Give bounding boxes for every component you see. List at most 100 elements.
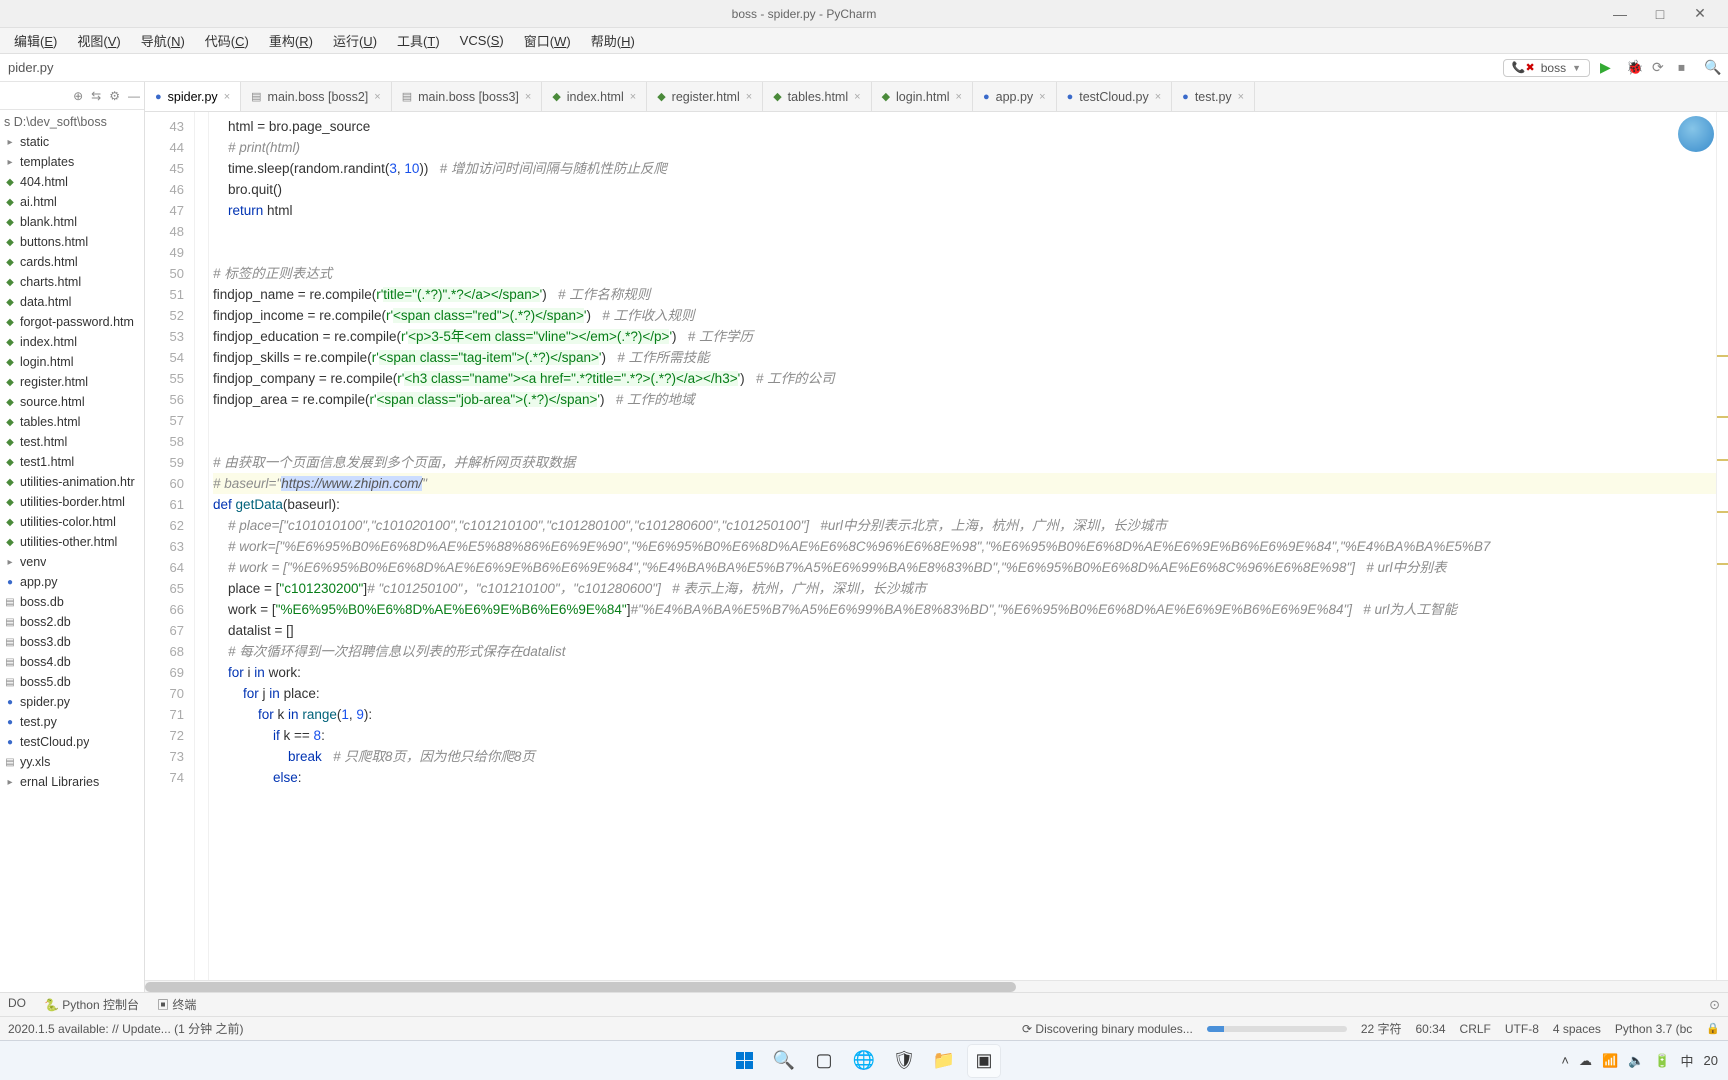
close-tab-icon[interactable]: × [630,91,636,103]
close-tab-icon[interactable]: × [1039,91,1045,103]
editor-tab[interactable]: ◆register.html× [647,82,763,111]
project-tree-item[interactable]: ●testCloud.py [0,732,144,752]
project-tree-item[interactable]: ◆utilities-animation.htr [0,472,144,492]
project-tree-item[interactable]: ◆test.html [0,432,144,452]
project-tree-item[interactable]: ▤yy.xls [0,752,144,772]
close-tab-icon[interactable]: × [374,91,380,103]
project-tree-item[interactable]: ▤boss2.db [0,612,144,632]
project-expand-icon[interactable]: ⇆ [91,89,101,103]
editor-tab[interactable]: ◆index.html× [542,82,647,111]
breadcrumb[interactable]: pider.py [8,60,54,75]
project-tree-item[interactable]: ◆utilities-other.html [0,532,144,552]
system-tray[interactable]: ˄ ☁ 📶 🔈 🔋 中 20 [1561,1051,1718,1070]
horizontal-scrollbar[interactable] [145,980,1728,992]
python-console-tool-tab[interactable]: 🐍 Python 控制台 [44,996,139,1013]
close-tab-icon[interactable]: × [746,91,752,103]
window-minimize-button[interactable]: — [1600,6,1640,22]
stop-button[interactable]: ⏹ [1678,59,1694,76]
editor-tab[interactable]: ◆tables.html× [763,82,871,111]
status-caret-position[interactable]: 60:34 [1416,1022,1446,1036]
browser-taskbar-icon[interactable]: 🛡 [888,1045,920,1077]
project-tree-item[interactable]: ◆data.html [0,292,144,312]
menu-item[interactable]: 工具(T) [389,29,448,52]
project-tree-item[interactable]: ◆utilities-color.html [0,512,144,532]
menu-item[interactable]: 帮助(H) [583,29,643,52]
start-button[interactable] [728,1045,760,1077]
close-tab-icon[interactable]: × [1238,91,1244,103]
search-everywhere-button[interactable]: 🔍 [1704,59,1720,76]
pycharm-taskbar-icon[interactable]: ▣ [968,1045,1000,1077]
project-tree-item[interactable]: ◆index.html [0,332,144,352]
project-tree-item[interactable]: ◆register.html [0,372,144,392]
project-tree-item[interactable]: ◆buttons.html [0,232,144,252]
project-tree-item[interactable]: ▤boss.db [0,592,144,612]
menu-item[interactable]: 视图(V) [69,29,128,52]
project-tree-item[interactable]: ▸ernal Libraries [0,772,144,792]
debug-button[interactable]: 🐞 [1626,59,1642,76]
run-configuration-selector[interactable]: 📞✖ boss ▼ [1503,59,1590,77]
tray-chevron-icon[interactable]: ˄ [1561,1053,1569,1068]
tray-onedrive-icon[interactable]: ☁ [1579,1053,1592,1069]
close-tab-icon[interactable]: × [525,91,531,103]
project-tool-window[interactable]: ⊕ ⇆ ⚙ — s D:\dev_soft\boss▸static▸templa… [0,82,145,992]
editor-tab[interactable]: ●testCloud.py× [1057,82,1173,111]
close-tab-icon[interactable]: × [956,91,962,103]
editor-tab[interactable]: ●app.py× [973,82,1057,111]
project-tree-item[interactable]: ▸static [0,132,144,152]
project-tree-item[interactable]: ●test.py [0,712,144,732]
project-tree-item[interactable]: ◆login.html [0,352,144,372]
project-tree-item[interactable]: ▤boss4.db [0,652,144,672]
window-close-button[interactable]: ✕ [1680,5,1720,22]
code-area[interactable]: html = bro.page_source # print(html) tim… [209,112,1716,980]
project-settings-icon[interactable]: ⚙ [109,89,120,103]
project-tree-item[interactable]: ◆blank.html [0,212,144,232]
project-tree-item[interactable]: ◆forgot-password.htm [0,312,144,332]
edge-taskbar-icon[interactable]: 🌐 [848,1045,880,1077]
todo-tool-tab[interactable]: DO [8,996,26,1013]
editor-tab[interactable]: ●spider.py× [145,82,241,111]
tray-volume-icon[interactable]: 🔈 [1628,1053,1644,1069]
menu-item[interactable]: 代码(C) [197,29,257,52]
project-hide-icon[interactable]: — [128,89,140,103]
close-tab-icon[interactable]: × [224,91,230,103]
project-tree-item[interactable]: ◆cards.html [0,252,144,272]
project-tree-item[interactable]: ●spider.py [0,692,144,712]
tray-battery-icon[interactable]: 🔋 [1654,1053,1670,1069]
error-stripe[interactable] [1716,112,1728,980]
readonly-lock-icon[interactable]: 🔒 [1706,1022,1720,1035]
project-tree-item[interactable]: ▤boss3.db [0,632,144,652]
project-tree[interactable]: s D:\dev_soft\boss▸static▸templates◆404.… [0,110,144,794]
window-maximize-button[interactable]: □ [1640,6,1680,22]
run-with-coverage-button[interactable]: ⟳ [1652,59,1668,76]
project-tree-item[interactable]: ◆test1.html [0,452,144,472]
tray-clock[interactable]: 20 [1704,1053,1718,1068]
project-tree-item[interactable]: ◆source.html [0,392,144,412]
project-locate-icon[interactable]: ⊕ [73,89,83,103]
scrollbar-thumb[interactable] [145,982,1016,992]
event-log-button[interactable]: ⊙ [1709,997,1720,1013]
menu-item[interactable]: 编辑(E) [6,29,65,52]
project-tree-item[interactable]: ▤boss5.db [0,672,144,692]
menu-item[interactable]: VCS(S) [452,31,512,50]
project-tree-item[interactable]: ◆charts.html [0,272,144,292]
project-root[interactable]: s D:\dev_soft\boss [0,112,144,132]
project-tree-item[interactable]: ◆utilities-border.html [0,492,144,512]
close-tab-icon[interactable]: × [854,91,860,103]
editor-tab[interactable]: ◆login.html× [872,82,973,111]
code-editor[interactable]: 4344454647484950515253545556575859606162… [145,112,1728,980]
search-button[interactable]: 🔍 [768,1045,800,1077]
progress-bar[interactable] [1207,1026,1347,1032]
menu-item[interactable]: 窗口(W) [516,29,579,52]
menu-item[interactable]: 重构(R) [261,29,321,52]
editor-tab[interactable]: ▤main.boss [boss2]× [241,82,392,111]
status-encoding[interactable]: UTF-8 [1505,1022,1539,1036]
project-tree-item[interactable]: ◆404.html [0,172,144,192]
status-background-task[interactable]: ⟳ Discovering binary modules... [1022,1022,1193,1036]
run-button[interactable]: ▶ [1600,59,1616,76]
editor-tab[interactable]: ▤main.boss [boss3]× [392,82,543,111]
status-interpreter[interactable]: Python 3.7 (bc [1615,1022,1692,1036]
project-tree-item[interactable]: ▸venv [0,552,144,572]
task-view-button[interactable]: ▢ [808,1045,840,1077]
code-with-me-avatar[interactable] [1678,116,1714,152]
status-line-separator[interactable]: CRLF [1460,1022,1491,1036]
